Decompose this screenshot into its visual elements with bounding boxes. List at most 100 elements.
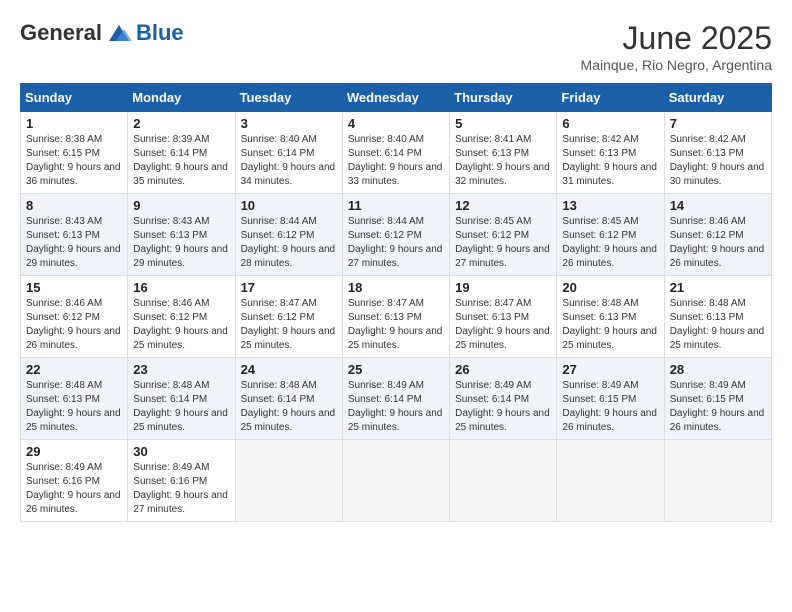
day-number: 23 (133, 362, 229, 377)
day-info: Sunrise: 8:49 AM Sunset: 6:15 PM Dayligh… (562, 379, 658, 435)
logo-general-text: General (20, 20, 102, 46)
calendar-cell: 12 Sunrise: 8:45 AM Sunset: 6:12 PM Dayli… (450, 194, 557, 276)
calendar-cell: 26Sunrise: 8:49 AM Sunset: 6:14 PM Dayli… (450, 358, 557, 440)
day-number: 12 (455, 198, 551, 213)
calendar-week-row: 1 Sunrise: 8:38 AM Sunset: 6:15 PM Daylig… (21, 112, 772, 194)
calendar-cell: 29 Sunrise: 8:49 AM Sunset: 6:16 PM Dayli… (21, 440, 128, 522)
calendar-cell: 4Sunrise: 8:40 AM Sunset: 6:14 PM Daylig… (342, 112, 449, 194)
day-number: 25 (348, 362, 444, 377)
weekday-header-saturday: Saturday (664, 84, 771, 112)
header: General Blue June 2025 Mainque, Rio Negr… (20, 20, 772, 73)
day-number: 20 (562, 280, 658, 295)
logo-icon (104, 21, 134, 45)
day-info: Sunrise: 8:39 AM Sunset: 6:14 PM Dayligh… (133, 133, 229, 189)
title-area: June 2025 Mainque, Rio Negro, Argentina (581, 20, 772, 73)
day-info: Sunrise: 8:47 AM Sunset: 6:13 PM Dayligh… (455, 297, 551, 353)
day-info: Sunrise: 8:38 AM Sunset: 6:15 PM Dayligh… (26, 133, 122, 189)
month-title: June 2025 (581, 20, 772, 57)
day-number: 3 (241, 116, 337, 131)
day-number: 24 (241, 362, 337, 377)
calendar-cell: 5 Sunrise: 8:41 AM Sunset: 6:13 PM Daylig… (450, 112, 557, 194)
calendar-cell: 30Sunrise: 8:49 AM Sunset: 6:16 PM Dayli… (128, 440, 235, 522)
day-info: Sunrise: 8:48 AM Sunset: 6:13 PM Dayligh… (26, 379, 122, 435)
day-number: 14 (670, 198, 766, 213)
day-info: Sunrise: 8:46 AM Sunset: 6:12 PM Dayligh… (670, 215, 766, 271)
calendar-cell: 6 Sunrise: 8:42 AM Sunset: 6:13 PM Daylig… (557, 112, 664, 194)
calendar-cell: 28 Sunrise: 8:49 AM Sunset: 6:15 PM Dayli… (664, 358, 771, 440)
calendar-week-row: 15 Sunrise: 8:46 AM Sunset: 6:12 PM Dayli… (21, 276, 772, 358)
calendar-cell: 16Sunrise: 8:46 AM Sunset: 6:12 PM Dayli… (128, 276, 235, 358)
calendar-week-row: 29 Sunrise: 8:49 AM Sunset: 6:16 PM Dayli… (21, 440, 772, 522)
day-info: Sunrise: 8:46 AM Sunset: 6:12 PM Dayligh… (26, 297, 122, 353)
calendar-cell: 15 Sunrise: 8:46 AM Sunset: 6:12 PM Dayli… (21, 276, 128, 358)
day-info: Sunrise: 8:48 AM Sunset: 6:13 PM Dayligh… (562, 297, 658, 353)
calendar-cell: 22 Sunrise: 8:48 AM Sunset: 6:13 PM Dayli… (21, 358, 128, 440)
calendar-week-row: 22 Sunrise: 8:48 AM Sunset: 6:13 PM Dayli… (21, 358, 772, 440)
calendar-cell: 14 Sunrise: 8:46 AM Sunset: 6:12 PM Dayli… (664, 194, 771, 276)
calendar-cell (235, 440, 342, 522)
day-info: Sunrise: 8:42 AM Sunset: 6:13 PM Dayligh… (562, 133, 658, 189)
weekday-header-thursday: Thursday (450, 84, 557, 112)
day-info: Sunrise: 8:41 AM Sunset: 6:13 PM Dayligh… (455, 133, 551, 189)
day-number: 17 (241, 280, 337, 295)
calendar-cell: 2 Sunrise: 8:39 AM Sunset: 6:14 PM Daylig… (128, 112, 235, 194)
calendar-cell: 10Sunrise: 8:44 AM Sunset: 6:12 PM Dayli… (235, 194, 342, 276)
calendar-cell: 21Sunrise: 8:48 AM Sunset: 6:13 PM Dayli… (664, 276, 771, 358)
calendar-cell (450, 440, 557, 522)
weekday-header-monday: Monday (128, 84, 235, 112)
location-subtitle: Mainque, Rio Negro, Argentina (581, 57, 772, 73)
weekday-header-row: SundayMondayTuesdayWednesdayThursdayFrid… (21, 84, 772, 112)
day-info: Sunrise: 8:42 AM Sunset: 6:13 PM Dayligh… (670, 133, 766, 189)
weekday-header-tuesday: Tuesday (235, 84, 342, 112)
day-info: Sunrise: 8:44 AM Sunset: 6:12 PM Dayligh… (348, 215, 444, 271)
day-info: Sunrise: 8:45 AM Sunset: 6:12 PM Dayligh… (455, 215, 551, 271)
day-number: 22 (26, 362, 122, 377)
day-number: 28 (670, 362, 766, 377)
day-info: Sunrise: 8:40 AM Sunset: 6:14 PM Dayligh… (241, 133, 337, 189)
day-number: 2 (133, 116, 229, 131)
day-number: 5 (455, 116, 551, 131)
day-info: Sunrise: 8:49 AM Sunset: 6:14 PM Dayligh… (455, 379, 551, 435)
day-number: 1 (26, 116, 122, 131)
logo: General Blue (20, 20, 184, 46)
day-info: Sunrise: 8:43 AM Sunset: 6:13 PM Dayligh… (26, 215, 122, 271)
weekday-header-friday: Friday (557, 84, 664, 112)
day-number: 18 (348, 280, 444, 295)
calendar-cell (557, 440, 664, 522)
day-info: Sunrise: 8:47 AM Sunset: 6:13 PM Dayligh… (348, 297, 444, 353)
day-info: Sunrise: 8:43 AM Sunset: 6:13 PM Dayligh… (133, 215, 229, 271)
calendar-cell (664, 440, 771, 522)
weekday-header-sunday: Sunday (21, 84, 128, 112)
day-number: 13 (562, 198, 658, 213)
day-number: 29 (26, 444, 122, 459)
calendar-cell: 3 Sunrise: 8:40 AM Sunset: 6:14 PM Daylig… (235, 112, 342, 194)
day-number: 8 (26, 198, 122, 213)
logo-blue-text: Blue (136, 20, 184, 46)
calendar-cell: 13 Sunrise: 8:45 AM Sunset: 6:12 PM Dayli… (557, 194, 664, 276)
weekday-header-wednesday: Wednesday (342, 84, 449, 112)
calendar-cell: 9 Sunrise: 8:43 AM Sunset: 6:13 PM Daylig… (128, 194, 235, 276)
day-number: 21 (670, 280, 766, 295)
day-number: 27 (562, 362, 658, 377)
day-number: 9 (133, 198, 229, 213)
day-info: Sunrise: 8:48 AM Sunset: 6:14 PM Dayligh… (241, 379, 337, 435)
day-number: 6 (562, 116, 658, 131)
day-info: Sunrise: 8:47 AM Sunset: 6:12 PM Dayligh… (241, 297, 337, 353)
day-number: 11 (348, 198, 444, 213)
day-number: 15 (26, 280, 122, 295)
day-info: Sunrise: 8:49 AM Sunset: 6:15 PM Dayligh… (670, 379, 766, 435)
calendar-cell: 18 Sunrise: 8:47 AM Sunset: 6:13 PM Dayli… (342, 276, 449, 358)
day-info: Sunrise: 8:40 AM Sunset: 6:14 PM Dayligh… (348, 133, 444, 189)
day-info: Sunrise: 8:48 AM Sunset: 6:14 PM Dayligh… (133, 379, 229, 435)
calendar-cell: 23 Sunrise: 8:48 AM Sunset: 6:14 PM Dayli… (128, 358, 235, 440)
calendar-cell: 7Sunrise: 8:42 AM Sunset: 6:13 PM Daylig… (664, 112, 771, 194)
day-info: Sunrise: 8:44 AM Sunset: 6:12 PM Dayligh… (241, 215, 337, 271)
calendar-cell: 17 Sunrise: 8:47 AM Sunset: 6:12 PM Dayli… (235, 276, 342, 358)
day-info: Sunrise: 8:49 AM Sunset: 6:16 PM Dayligh… (133, 461, 229, 517)
day-number: 16 (133, 280, 229, 295)
calendar-cell: 25Sunrise: 8:49 AM Sunset: 6:14 PM Dayli… (342, 358, 449, 440)
day-info: Sunrise: 8:45 AM Sunset: 6:12 PM Dayligh… (562, 215, 658, 271)
calendar-cell: 20 Sunrise: 8:48 AM Sunset: 6:13 PM Dayli… (557, 276, 664, 358)
day-info: Sunrise: 8:49 AM Sunset: 6:16 PM Dayligh… (26, 461, 122, 517)
calendar-cell (342, 440, 449, 522)
